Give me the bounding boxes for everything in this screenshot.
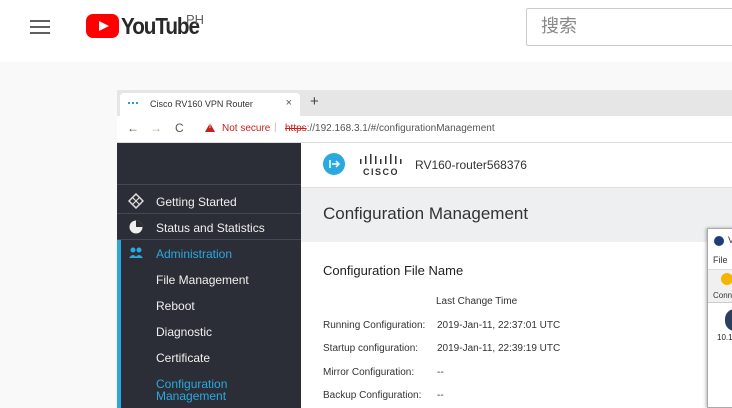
connect-icon[interactable] [721, 273, 732, 285]
getting-started-icon [128, 193, 144, 209]
sidebar-divider [117, 184, 301, 185]
connect-label[interactable]: Conn [713, 291, 732, 300]
sidebar-item-label: Status and Statistics [156, 221, 265, 235]
users-icon [129, 247, 143, 258]
sidebar-item-label: Getting Started [156, 195, 237, 209]
youtube-header: YouTube PH 搜索 [0, 0, 732, 56]
config-row-label: Running Configuration: [323, 320, 426, 331]
url-protocol: https [285, 123, 307, 134]
region-label: PH [186, 12, 205, 27]
config-row-label: Startup configuration: [323, 343, 419, 354]
url-path: ://192.168.3.1/#/configurationManagement [306, 123, 495, 134]
vpn-window-title: V [728, 235, 732, 245]
section-title: Configuration File Name [323, 263, 464, 278]
url-separator: | [274, 122, 277, 133]
tab-strip: Cisco RV160 VPN Router × + [117, 90, 732, 116]
search-input[interactable]: 搜索 [526, 8, 732, 46]
youtube-play-icon [86, 14, 119, 38]
sidebar-item-status[interactable]: Status and Statistics [117, 214, 301, 240]
vpn-ip-label: 10.1 [717, 333, 732, 342]
column-header-last-change: Last Change Time [436, 296, 518, 307]
config-row-label: Backup Configuration: [323, 390, 422, 401]
back-icon[interactable]: ← [127, 121, 139, 135]
vpn-client-icon [714, 236, 724, 246]
cisco-favicon-icon [128, 102, 138, 106]
cisco-logo: CISCO [360, 154, 402, 177]
configuration-content: Configuration File Name Last Change Time… [301, 242, 732, 408]
sidebar-subitem-configuration-management[interactable]: Configuration Management [156, 378, 227, 402]
hamburger-menu-icon[interactable] [28, 17, 52, 37]
address-bar: ← → C Not secure | https://192.168.3.1/#… [117, 116, 732, 143]
sidebar-subitem-file-management[interactable]: File Management [156, 274, 249, 286]
vpn-globe-icon [725, 309, 732, 331]
close-tab-icon[interactable]: × [286, 97, 292, 109]
pie-chart-icon [129, 220, 143, 234]
menu-toggle-icon[interactable] [323, 153, 345, 175]
tab-title: Cisco RV160 VPN Router [150, 99, 253, 109]
config-row-value: 2019-Jan-11, 22:39:19 UTC [437, 343, 561, 354]
config-row-value: -- [437, 367, 444, 378]
url-field[interactable]: https://192.168.3.1/#/configurationManag… [285, 123, 495, 134]
new-tab-button[interactable]: + [310, 93, 319, 110]
sidebar-item-getting-started[interactable]: Getting Started [117, 188, 301, 214]
sidebar-subitem-diagnostic[interactable]: Diagnostic [156, 326, 212, 338]
file-menu[interactable]: File [713, 255, 728, 265]
config-row-label: Mirror Configuration: [323, 367, 415, 378]
sidebar-subitem-reboot[interactable]: Reboot [156, 300, 195, 312]
config-row-value: -- [437, 390, 444, 401]
arrow-right-icon [329, 160, 341, 168]
reload-icon[interactable]: C [175, 121, 184, 135]
browser-window: Cisco RV160 VPN Router × + ← → C Not sec… [117, 90, 732, 408]
browser-tab[interactable]: Cisco RV160 VPN Router × [120, 93, 300, 116]
router-device-name: RV160-router568376 [415, 158, 527, 172]
security-indicator[interactable]: Not secure [222, 123, 270, 134]
router-sidebar: Getting Started Status and Statistics Ad… [117, 143, 301, 408]
page-title: Configuration Management [323, 204, 529, 223]
config-row-value: 2019-Jan-11, 22:37:01 UTC [437, 320, 561, 331]
vpn-client-window[interactable]: V File Conn 10.1 [707, 228, 732, 408]
page-title-bar: Configuration Management [301, 188, 732, 242]
sidebar-subitem-certificate[interactable]: Certificate [156, 352, 210, 364]
sidebar-item-administration[interactable]: Administration [117, 240, 301, 266]
warning-icon[interactable] [205, 123, 215, 132]
router-header: CISCO RV160-router568376 [301, 143, 732, 188]
sidebar-subitem-label-line2: Management [156, 389, 227, 403]
sidebar-item-label: Administration [156, 247, 233, 261]
forward-icon[interactable]: → [150, 121, 162, 135]
cisco-wordmark: CISCO [363, 167, 399, 177]
